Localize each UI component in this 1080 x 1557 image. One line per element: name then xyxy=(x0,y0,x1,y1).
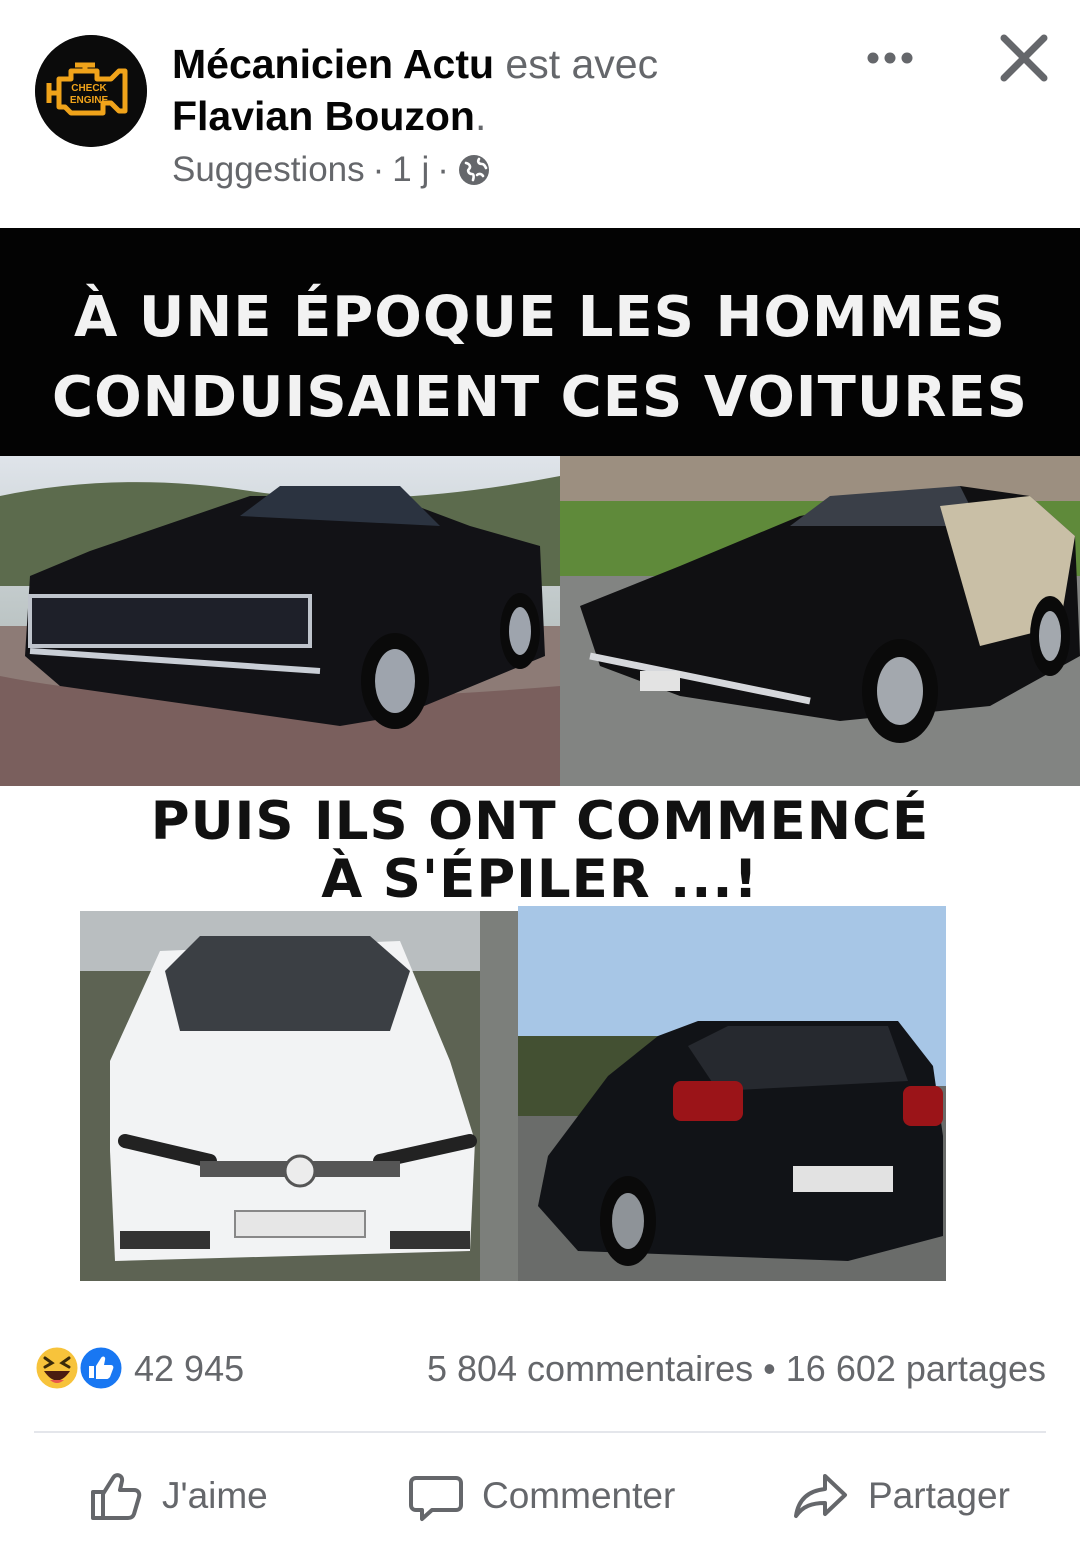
share-label: Partager xyxy=(868,1475,1010,1516)
post-title: Mécanicien Actu est avec Flavian Bouzon. xyxy=(172,38,852,142)
page-avatar[interactable]: CHECK ENGINE xyxy=(35,35,147,147)
photo-black-hatchback xyxy=(518,906,946,1281)
meta-separator: · xyxy=(372,150,385,189)
with-text: est avec xyxy=(505,41,659,87)
comment-label: Commenter xyxy=(482,1475,676,1516)
check-engine-logo: CHECK ENGINE xyxy=(35,35,147,147)
meme-top-caption: À UNE ÉPOQUE LES HOMMES CONDUISAIENT CES… xyxy=(0,278,1080,438)
meme-mid-line-1: PUIS ILS ONT COMMENCÉ xyxy=(150,791,930,852)
meta-separator: · xyxy=(437,150,449,189)
post-meta: Suggestions · 1 j · xyxy=(172,150,491,190)
stats-separator: • xyxy=(763,1348,776,1389)
post-actions: J'aime Commenter Partager xyxy=(0,1450,1080,1545)
post-stats: 42 945 5 804 commentaires • 16 602 parta… xyxy=(0,1340,1080,1400)
haha-icon xyxy=(33,1344,81,1392)
thumbs-up-icon xyxy=(91,1473,142,1520)
share-button[interactable]: Partager xyxy=(792,1464,1010,1528)
photo-white-hatchback xyxy=(80,911,518,1281)
page-name-link[interactable]: Mécanicien Actu xyxy=(172,41,494,87)
post-image[interactable]: À UNE ÉPOQUE LES HOMMES CONDUISAIENT CES… xyxy=(0,228,1080,1300)
like-icon xyxy=(77,1344,125,1392)
post-timestamp[interactable]: 1 j xyxy=(392,150,429,190)
shares-count[interactable]: 16 602 partages xyxy=(786,1348,1046,1389)
title-period: . xyxy=(474,93,487,139)
more-options-button[interactable] xyxy=(862,30,918,86)
globe-icon xyxy=(458,155,489,185)
like-label: J'aime xyxy=(162,1475,268,1516)
share-icon xyxy=(794,1474,847,1518)
reaction-summary[interactable] xyxy=(33,1344,127,1392)
comments-count[interactable]: 5 804 commentaires xyxy=(427,1348,753,1389)
meme-top-line-2: CONDUISAIENT CES VOITURES xyxy=(51,365,1029,430)
comments-shares: 5 804 commentaires • 16 602 partages xyxy=(427,1348,1046,1390)
comment-icon xyxy=(409,1476,463,1521)
reaction-count[interactable]: 42 945 xyxy=(134,1348,244,1390)
post-header: CHECK ENGINE Mécanicien Actu est avec Fl… xyxy=(0,0,1080,228)
more-icon xyxy=(867,52,913,64)
meme-top-line-1: À UNE ÉPOQUE LES HOMMES xyxy=(74,285,1006,350)
photo-classic-car-2 xyxy=(560,456,1080,786)
comment-button[interactable]: Commenter xyxy=(408,1464,675,1528)
meme-middle-caption: PUIS ILS ONT COMMENCÉ À S'ÉPILER ...! xyxy=(0,793,1080,909)
tagged-person-link[interactable]: Flavian Bouzon xyxy=(172,93,475,139)
divider xyxy=(34,1431,1046,1433)
logo-text-engine: ENGINE xyxy=(70,95,109,106)
meme-mid-line-2: À S'ÉPILER ...! xyxy=(321,849,759,910)
meta-source[interactable]: Suggestions xyxy=(172,150,365,190)
like-button[interactable]: J'aime xyxy=(88,1464,268,1528)
close-icon xyxy=(1000,34,1048,82)
photo-classic-car-1 xyxy=(0,456,560,786)
close-button[interactable] xyxy=(996,30,1052,86)
logo-text-check: CHECK xyxy=(71,83,107,94)
